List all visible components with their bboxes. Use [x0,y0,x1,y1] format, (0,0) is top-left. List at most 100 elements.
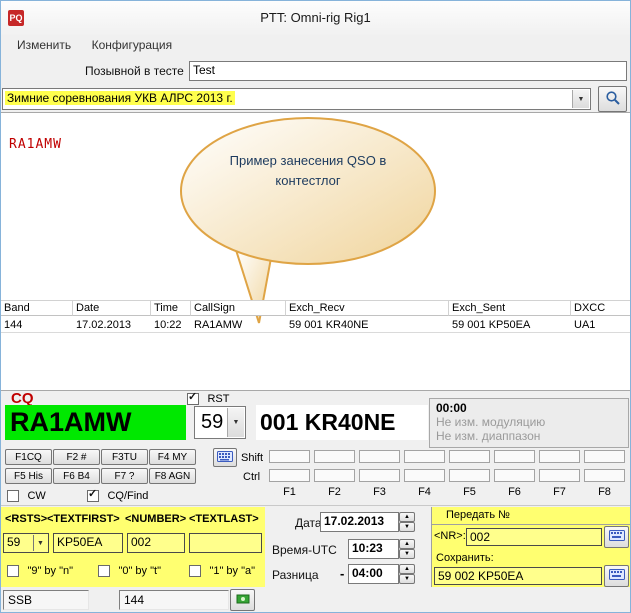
column-header[interactable]: Exch_Recv [286,300,449,316]
rig-status-panel: 00:00 Не изм. модуляцию Не изм. диаппазо… [429,398,629,448]
f3-tu-button[interactable]: F3TU [101,449,148,465]
menu-configuration[interactable]: Конфигурация [84,35,181,55]
macro-slot[interactable] [539,450,580,463]
f6-b4-button[interactable]: F6 B4 [53,468,100,484]
f4-my-button[interactable]: F4 MY [149,449,196,465]
macro-slot[interactable] [494,450,535,463]
chevron-down-icon[interactable]: ▼ [227,408,244,437]
nr-input[interactable]: 002 [466,528,602,546]
spin-down-icon[interactable]: ▼ [399,522,415,532]
macro-slot[interactable] [404,469,445,482]
quick-save-button[interactable] [230,589,255,611]
checkbox-box[interactable] [98,565,110,577]
sub-0t-label: "0" by "t" [118,565,161,577]
sub-0t-checkbox[interactable]: "0" by "t" [98,562,161,580]
sub-9n-label: "9" by "n" [27,565,73,577]
checkbox-box[interactable]: ✓ [187,393,199,405]
rst-value: 59 [201,411,223,434]
macro-slot[interactable] [269,450,310,463]
date-stepper[interactable]: ▲ ▼ [399,512,415,532]
macro-slot[interactable] [449,450,490,463]
macro-slot[interactable] [494,469,535,482]
chevron-down-icon[interactable]: ▼ [33,535,47,551]
chevron-down-icon[interactable]: ▼ [572,90,589,108]
macro-slot[interactable] [584,450,625,463]
search-button[interactable] [598,86,627,112]
exchange-setup-panel: <RSTS> <TEXTFIRST> <NUMBER> <TEXTLAST> 5… [1,507,265,587]
test-callsign-input[interactable]: Test [189,61,627,81]
checkbox-box[interactable] [189,565,201,577]
cell-date: 17.02.2013 [73,318,151,333]
callsign-entry-field[interactable]: RA1AMW [5,405,186,440]
macro-slot[interactable] [359,469,400,482]
rst-select[interactable]: 59 ▼ [194,406,246,439]
spin-down-icon[interactable]: ▼ [399,549,415,559]
column-header[interactable]: Date [73,300,151,316]
log-panel: RA1AMW Пример занесения QSO в контестлог… [1,112,631,391]
f7-query-button[interactable]: F7 ? [101,468,148,484]
window-title: PTT: Omni-rig Rig1 [1,1,630,35]
fkey-label: F1 [269,486,310,498]
macro-slot[interactable] [314,469,355,482]
column-header[interactable]: Band [1,300,73,316]
sub-9n-checkbox[interactable]: "9" by "n" [7,562,73,580]
date-label: Дата [295,516,322,530]
spin-up-icon[interactable]: ▲ [399,539,415,549]
contest-select[interactable]: Зимние соревнования УКВ АЛРС 2013 г. ▼ [2,88,591,110]
textlast-header: <TEXTLAST> [189,513,259,525]
column-header[interactable]: Exch_Sent [449,300,571,316]
spin-up-icon[interactable]: ▲ [399,564,415,574]
checkbox-box[interactable] [7,565,19,577]
f8-agn-button[interactable]: F8 AGN [149,468,196,484]
diff-input[interactable]: 04:00 [348,564,399,584]
textlast-input[interactable] [189,533,262,553]
textfirst-input[interactable]: KP50EA [53,533,123,553]
check-icon: ✓ [188,390,197,403]
time-stepper[interactable]: ▲ ▼ [399,539,415,559]
menu-edit[interactable]: Изменить [9,35,79,55]
exchange-recv-field[interactable]: 001 KR40NE [256,405,428,440]
keyboard-icon [609,569,625,583]
macro-slot[interactable] [449,469,490,482]
f1-cq-button[interactable]: F1CQ [5,449,52,465]
cell-time: 10:22 [151,318,191,333]
cw-checkbox[interactable]: CW [7,487,46,505]
number-input[interactable]: 002 [127,533,185,553]
sub-1a-checkbox[interactable]: "1" by "a" [189,562,255,580]
column-header[interactable]: CallSign [191,300,286,316]
column-header[interactable]: DXCC [571,300,631,316]
time-utc-label: Время-UTC [272,543,337,557]
macro-slot[interactable] [404,450,445,463]
send-nr-button[interactable] [604,526,629,548]
date-input[interactable]: 17.02.2013 [320,512,399,532]
rsts-select[interactable]: 59 ▼ [3,533,49,553]
f2-nr-button[interactable]: F2 # [53,449,100,465]
cq-find-checkbox[interactable]: ✓ CQ/Find [87,487,148,505]
macro-slot[interactable] [359,450,400,463]
macro-keyboard-button[interactable] [213,448,237,467]
table-row[interactable]: 144 17.02.2013 10:22 RA1AMW 59 001 KR40N… [1,318,631,333]
macro-slot[interactable] [314,450,355,463]
f5-his-button[interactable]: F5 His [5,468,52,484]
callout-text: Пример занесения QSO в контестлог [199,151,417,190]
save-input[interactable]: 59 002 KP50EA [434,567,602,585]
checkbox-box[interactable]: ✓ [87,490,99,502]
diff-stepper[interactable]: ▲ ▼ [399,564,415,584]
log-table-header: Band Date Time CallSign Exch_Recv Exch_S… [1,300,631,316]
column-header[interactable]: Time [151,300,191,316]
cell-band: 144 [1,318,73,333]
cw-checkbox-label: CW [27,490,45,502]
macro-slot[interactable] [269,469,310,482]
rst-checkbox-label: RST [207,393,229,405]
send-save-button[interactable] [604,565,629,587]
time-input[interactable]: 10:23 [348,539,399,559]
title-bar[interactable]: PQ PTT: Omni-rig Rig1 [1,1,630,36]
fkey-label: F8 [584,486,625,498]
spin-up-icon[interactable]: ▲ [399,512,415,522]
macro-slot[interactable] [539,469,580,482]
macro-slot[interactable] [584,469,625,482]
nr-label: <NR>: [434,530,466,542]
spin-down-icon[interactable]: ▼ [399,574,415,584]
ctrl-macro-row [269,469,625,482]
checkbox-box[interactable] [7,490,19,502]
